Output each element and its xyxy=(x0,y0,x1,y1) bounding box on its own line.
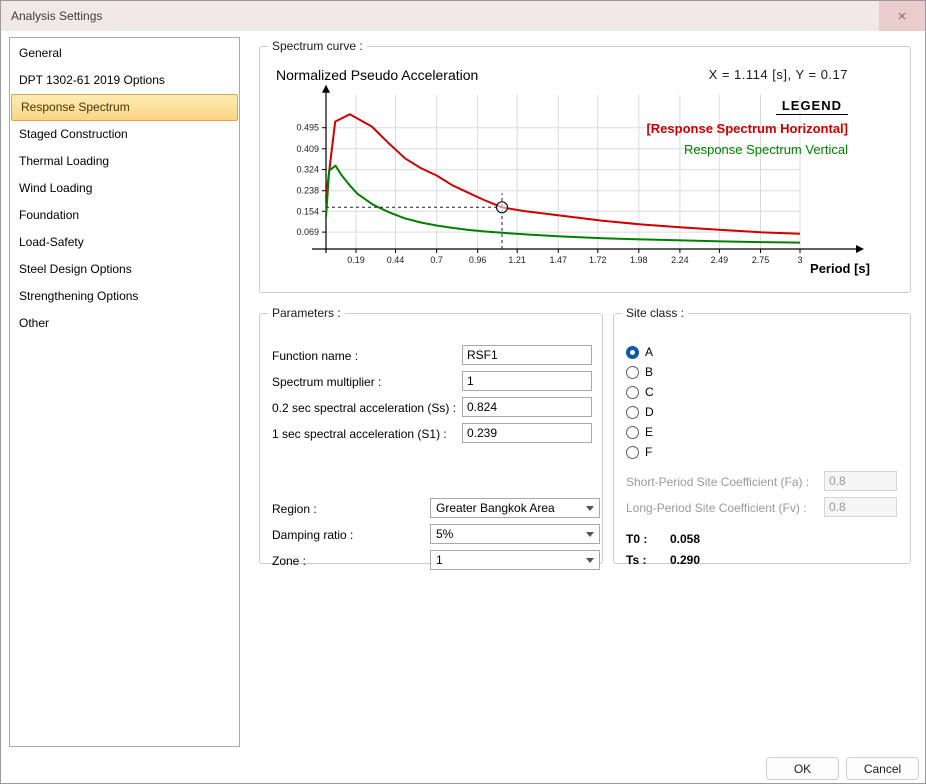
radio-label: E xyxy=(645,425,653,439)
site-class-option-c[interactable]: C xyxy=(626,382,654,402)
svg-text:1.21: 1.21 xyxy=(508,255,526,265)
sidebar-item-load-safety[interactable]: Load-Safety xyxy=(10,229,239,256)
svg-text:2.49: 2.49 xyxy=(711,255,729,265)
sidebar-item-thermal-loading[interactable]: Thermal Loading xyxy=(10,148,239,175)
svg-text:1.47: 1.47 xyxy=(550,255,568,265)
svg-text:0.96: 0.96 xyxy=(469,255,487,265)
radio-icon xyxy=(626,446,639,459)
svg-text:1.98: 1.98 xyxy=(630,255,648,265)
radio-label: D xyxy=(645,405,654,419)
sidebar-item-wind-loading[interactable]: Wind Loading xyxy=(10,175,239,202)
sidebar-item-response-spectrum[interactable]: Response Spectrum xyxy=(11,94,238,121)
radio-icon xyxy=(626,406,639,419)
s1-input[interactable] xyxy=(462,423,592,443)
radio-icon xyxy=(626,366,639,379)
sidebar-item-strengthening-options[interactable]: Strengthening Options xyxy=(10,283,239,310)
sidebar-item-foundation[interactable]: Foundation xyxy=(10,202,239,229)
cursor-readout: X = 1.114 [s], Y = 0.17 xyxy=(709,67,848,82)
svg-text:3: 3 xyxy=(797,255,802,265)
t0-label: T0 : xyxy=(626,532,647,546)
s1-label: 1 sec spectral acceleration (S1) : xyxy=(272,427,447,441)
fa-input xyxy=(824,471,897,491)
svg-text:0.7: 0.7 xyxy=(430,255,443,265)
site-class-group-label: Site class : xyxy=(622,306,688,320)
t0-value: 0.058 xyxy=(670,532,700,546)
site-class-options: ABCDEF xyxy=(626,342,654,462)
function-name-label: Function name : xyxy=(272,349,358,363)
parameters-group-label: Parameters : xyxy=(268,306,345,320)
analysis-settings-dialog: Analysis Settings × GeneralDPT 1302-61 2… xyxy=(0,0,926,784)
sidebar-item-dpt-1302-61-2019-options[interactable]: DPT 1302-61 2019 Options xyxy=(10,67,239,94)
cancel-button[interactable]: Cancel xyxy=(846,757,919,780)
site-class-group: Site class : ABCDEF Short-Period Site Co… xyxy=(613,306,911,564)
titlebar[interactable]: Analysis Settings × xyxy=(1,1,925,31)
svg-text:Period [s]: Period [s] xyxy=(810,261,870,276)
svg-text:0.409: 0.409 xyxy=(296,144,319,154)
svg-text:0.495: 0.495 xyxy=(296,123,319,133)
zone-value: 1 xyxy=(436,553,443,567)
region-value: Greater Bangkok Area xyxy=(436,501,555,515)
svg-text:0.44: 0.44 xyxy=(387,255,405,265)
svg-text:0.324: 0.324 xyxy=(296,165,319,175)
legend-title: LEGEND xyxy=(776,98,848,115)
radio-icon xyxy=(626,426,639,439)
ts-value: 0.290 xyxy=(670,553,700,567)
sidebar-item-other[interactable]: Other xyxy=(10,310,239,337)
radio-label: B xyxy=(645,365,653,379)
radio-label: C xyxy=(645,385,654,399)
site-class-option-f[interactable]: F xyxy=(626,442,654,462)
svg-text:0.238: 0.238 xyxy=(296,186,319,196)
svg-text:2.24: 2.24 xyxy=(671,255,689,265)
radio-icon xyxy=(626,386,639,399)
site-class-option-d[interactable]: D xyxy=(626,402,654,422)
sidebar-item-steel-design-options[interactable]: Steel Design Options xyxy=(10,256,239,283)
spectrum-curve-group: Spectrum curve : Normalized Pseudo Accel… xyxy=(259,39,911,293)
svg-text:0.069: 0.069 xyxy=(296,227,319,237)
svg-text:0.154: 0.154 xyxy=(296,206,319,216)
chevron-down-icon xyxy=(586,506,594,511)
window-title: Analysis Settings xyxy=(11,9,102,23)
spectrum-multiplier-label: Spectrum multiplier : xyxy=(272,375,381,389)
radio-label: A xyxy=(645,345,653,359)
legend-entry: [Response Spectrum Horizontal] xyxy=(646,121,848,136)
chart-legend: LEGEND [Response Spectrum Horizontal] Res… xyxy=(646,97,848,157)
zone-label: Zone : xyxy=(272,554,306,568)
damping-ratio-value: 5% xyxy=(436,527,453,541)
damping-ratio-label: Damping ratio : xyxy=(272,528,353,542)
spectrum-multiplier-input[interactable] xyxy=(462,371,592,391)
region-label: Region : xyxy=(272,502,317,516)
damping-ratio-select[interactable]: 5% xyxy=(430,524,600,544)
sidebar-item-general[interactable]: General xyxy=(10,40,239,67)
svg-text:2.75: 2.75 xyxy=(752,255,770,265)
close-button[interactable]: × xyxy=(879,1,925,31)
ss-label: 0.2 sec spectral acceleration (Ss) : xyxy=(272,401,456,415)
settings-nav: GeneralDPT 1302-61 2019 OptionsResponse … xyxy=(9,37,240,747)
radio-label: F xyxy=(645,445,652,459)
fv-label: Long-Period Site Coefficient (Fv) : xyxy=(626,501,807,515)
radio-icon xyxy=(626,346,639,359)
svg-text:1.72: 1.72 xyxy=(589,255,607,265)
chevron-down-icon xyxy=(586,532,594,537)
fa-label: Short-Period Site Coefficient (Fa) : xyxy=(626,475,809,489)
region-select[interactable]: Greater Bangkok Area xyxy=(430,498,600,518)
function-name-input[interactable] xyxy=(462,345,592,365)
site-class-option-a[interactable]: A xyxy=(626,342,654,362)
sidebar-item-staged-construction[interactable]: Staged Construction xyxy=(10,121,239,148)
parameters-group: Parameters : Function name : Spectrum mu… xyxy=(259,306,603,564)
svg-text:0.19: 0.19 xyxy=(347,255,365,265)
site-class-option-e[interactable]: E xyxy=(626,422,654,442)
legend-entry: Response Spectrum Vertical xyxy=(646,142,848,157)
zone-select[interactable]: 1 xyxy=(430,550,600,570)
spectrum-curve-group-label: Spectrum curve : xyxy=(268,39,367,53)
ss-input[interactable] xyxy=(462,397,592,417)
site-class-option-b[interactable]: B xyxy=(626,362,654,382)
ts-label: Ts : xyxy=(626,553,646,567)
fv-input xyxy=(824,497,897,517)
chevron-down-icon xyxy=(586,558,594,563)
ok-button[interactable]: OK xyxy=(766,757,839,780)
